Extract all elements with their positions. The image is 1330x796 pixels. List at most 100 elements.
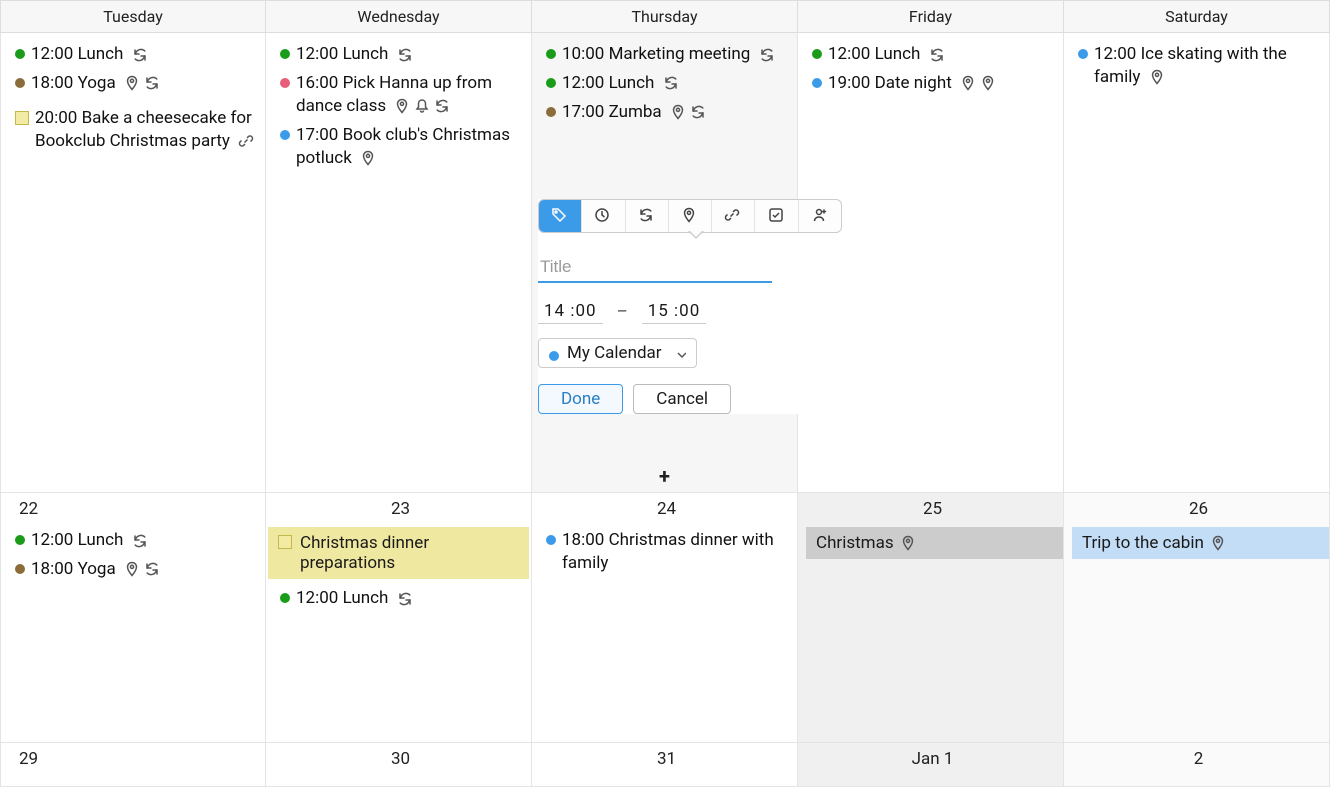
header-friday: Friday xyxy=(798,0,1064,33)
week-row-3: 29 30 31 Jan 1 2 xyxy=(0,743,1330,787)
location-icon xyxy=(394,98,410,114)
repeat-icon xyxy=(144,75,160,91)
event-icons xyxy=(124,561,160,577)
calendar-event[interactable]: 12:00 Lunch xyxy=(280,41,521,70)
location-icon xyxy=(670,104,686,120)
popover-toolbar xyxy=(538,199,842,233)
event-icons xyxy=(238,133,254,149)
day-number: 23 xyxy=(280,499,521,519)
day-cell-tue-2[interactable]: 22 12:00 Lunch 18:00 Yoga xyxy=(0,493,266,743)
toolbar-invite-button[interactable] xyxy=(799,200,841,232)
event-time: 17:00 xyxy=(296,125,343,145)
day-number: Jan 1 xyxy=(812,749,1053,769)
end-time-input[interactable]: 15 :00 xyxy=(642,299,707,324)
event-dot-icon xyxy=(280,593,290,603)
event-title: Lunch xyxy=(343,588,389,608)
day-cell-wed-1[interactable]: 12:00 Lunch 16:00 Pick Hanna up from dan… xyxy=(266,33,532,493)
day-cell-sat-3[interactable]: 2 xyxy=(1064,743,1330,787)
event-time: 18:00 xyxy=(31,559,78,579)
event-icons xyxy=(397,47,413,63)
calendar-select[interactable]: My Calendar xyxy=(538,338,697,368)
event-icons xyxy=(960,75,996,91)
day-cell-tue-3[interactable]: 29 xyxy=(0,743,266,787)
task-checkbox-icon xyxy=(15,111,29,125)
day-cell-thu-2[interactable]: 24 18:00 Christmas dinner with family xyxy=(532,493,798,743)
event-icons xyxy=(132,533,148,549)
day-number: 26 xyxy=(1078,499,1319,519)
location-icon xyxy=(900,535,916,551)
week-row-2: 22 12:00 Lunch 18:00 Yoga 23 Christmas d… xyxy=(0,493,1330,743)
done-button[interactable]: Done xyxy=(538,384,623,414)
event-dot-icon xyxy=(15,564,25,574)
calendar-event[interactable]: 10:00 Marketing meeting xyxy=(546,41,787,70)
repeat-icon xyxy=(929,47,945,63)
day-number: 29 xyxy=(15,749,255,769)
person-add-icon xyxy=(811,207,829,225)
allday-event[interactable]: Trip to the cabin xyxy=(1072,527,1329,559)
event-title-input[interactable] xyxy=(538,253,772,283)
event-time: 18:00 xyxy=(31,73,78,93)
cancel-button[interactable]: Cancel xyxy=(633,384,731,414)
repeat-icon xyxy=(397,47,413,63)
start-time-input[interactable]: 14 :00 xyxy=(538,299,603,324)
calendar-event[interactable]: 12:00 Lunch xyxy=(15,41,255,70)
toolbar-repeat-button[interactable] xyxy=(626,200,669,232)
header-wednesday: Wednesday xyxy=(266,0,532,33)
toolbar-link-button[interactable] xyxy=(712,200,755,232)
repeat-icon xyxy=(638,207,656,225)
calendar-select-label: My Calendar xyxy=(567,343,662,363)
holiday-event[interactable]: Christmas xyxy=(806,527,1063,559)
calendar-event[interactable]: 18:00 Christmas dinner with family xyxy=(546,527,787,579)
new-event-popover: 14 :00 – 15 :00 My Calendar Done Cancel xyxy=(538,199,842,414)
day-cell-wed-2[interactable]: 23 Christmas dinner preparations 12:00 L… xyxy=(266,493,532,743)
location-icon xyxy=(681,207,699,225)
calendar-event[interactable]: 19:00 Date night xyxy=(812,70,1053,99)
event-dot-icon xyxy=(280,130,290,140)
location-icon xyxy=(124,75,140,91)
task-event[interactable]: 20:00 Bake a cheesecake for Bookclub Chr… xyxy=(15,105,255,157)
calendar-event[interactable]: 18:00 Yoga xyxy=(15,70,255,99)
toolbar-check-button[interactable] xyxy=(755,200,798,232)
calendar-event[interactable]: 17:00 Zumba xyxy=(546,99,787,128)
day-number: 31 xyxy=(546,749,787,769)
toolbar-clock-button[interactable] xyxy=(582,200,625,232)
calendar-event[interactable]: 16:00 Pick Hanna up from dance class xyxy=(280,70,521,122)
day-cell-fri-2[interactable]: 25 Christmas xyxy=(798,493,1064,743)
repeat-icon xyxy=(397,591,413,607)
add-event-button[interactable]: + xyxy=(659,464,670,488)
day-cell-sat-2[interactable]: 26 Trip to the cabin xyxy=(1064,493,1330,743)
event-time: 12:00 xyxy=(562,73,609,93)
day-cell-tue-1[interactable]: 12:00 Lunch 18:00 Yoga 20:00 Bake a chee… xyxy=(0,33,266,493)
calendar-event[interactable]: 12:00 Lunch xyxy=(812,41,1053,70)
event-dot-icon xyxy=(546,78,556,88)
event-icons xyxy=(759,47,775,63)
check-icon xyxy=(768,207,786,225)
day-cell-thu-1[interactable]: 10:00 Marketing meeting 12:00 Lunch 17:0… xyxy=(532,33,798,493)
day-cell-thu-3[interactable]: 31 xyxy=(532,743,798,787)
header-tuesday: Tuesday xyxy=(0,0,266,33)
calendar-event[interactable]: 17:00 Book club's Christmas potluck xyxy=(280,122,521,174)
event-title: Christmas dinner preparations xyxy=(300,533,521,573)
day-number: 25 xyxy=(812,499,1053,519)
allday-event[interactable]: Christmas dinner preparations xyxy=(268,527,529,579)
calendar-event[interactable]: 12:00 Ice skating with the family xyxy=(1078,41,1319,93)
time-dash: – xyxy=(617,302,628,322)
event-title: Lunch xyxy=(875,44,921,64)
toolbar-location-button[interactable] xyxy=(669,200,712,232)
calendar-event[interactable]: 12:00 Lunch xyxy=(15,527,255,556)
toolbar-tag-button[interactable] xyxy=(539,200,582,232)
event-time: 18:00 xyxy=(562,530,609,550)
calendar-event[interactable]: 12:00 Lunch xyxy=(280,585,521,614)
calendar-event[interactable]: 18:00 Yoga xyxy=(15,556,255,585)
event-title: Marketing meeting xyxy=(609,44,751,64)
popover-arrow xyxy=(688,231,704,239)
repeat-icon xyxy=(132,47,148,63)
calendar-event[interactable]: 12:00 Lunch xyxy=(546,70,787,99)
day-cell-wed-3[interactable]: 30 xyxy=(266,743,532,787)
event-time: 12:00 xyxy=(31,530,78,550)
event-icons xyxy=(394,98,450,114)
day-cell-sat-1[interactable]: 12:00 Ice skating with the family xyxy=(1064,33,1330,493)
location-icon xyxy=(960,75,976,91)
event-icons xyxy=(124,75,160,91)
day-cell-fri-3[interactable]: Jan 1 xyxy=(798,743,1064,787)
